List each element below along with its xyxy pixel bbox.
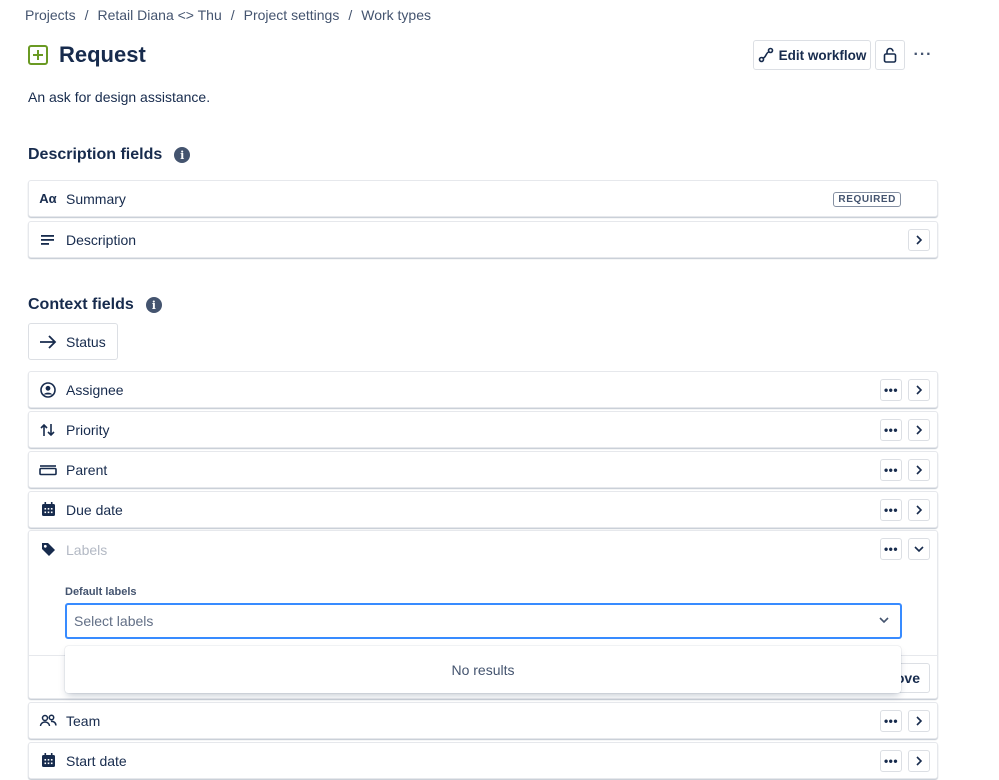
expand-button[interactable] (908, 459, 930, 481)
arrows-up-down-icon (30, 423, 66, 437)
plus-square-icon (28, 45, 48, 65)
more-options-button[interactable]: ••• (880, 379, 902, 401)
breadcrumb-project-settings[interactable]: Project settings (244, 7, 340, 23)
field-row-team[interactable]: Team ••• (28, 702, 938, 739)
field-label: Assignee (66, 381, 124, 398)
status-label: Status (66, 333, 106, 350)
align-left-icon (30, 234, 66, 246)
chevron-right-icon (916, 716, 923, 726)
expand-button[interactable] (908, 229, 930, 251)
expand-button[interactable] (908, 710, 930, 732)
field-row-priority[interactable]: Priority ••• (28, 411, 938, 448)
no-results-message: No results (451, 661, 515, 678)
breadcrumb-work-types[interactable]: Work types (361, 7, 431, 23)
collapse-button[interactable] (908, 538, 930, 560)
person-circle-icon (30, 381, 66, 398)
default-labels-label: Default labels (65, 586, 137, 598)
chevron-right-icon (916, 385, 923, 395)
labels-select[interactable]: Select labels (65, 603, 902, 639)
edit-workflow-label: Edit workflow (778, 47, 867, 63)
more-options-button[interactable]: ••• (880, 419, 902, 441)
chevron-down-icon (914, 546, 924, 553)
restrict-access-button[interactable] (875, 40, 905, 70)
info-icon[interactable]: i (174, 147, 191, 163)
chevron-right-icon (916, 505, 923, 515)
field-label: Due date (66, 501, 123, 518)
more-options-button[interactable]: ••• (880, 710, 902, 732)
info-icon[interactable]: i (145, 297, 162, 313)
unlock-icon (883, 47, 897, 63)
workflow-icon (758, 47, 773, 63)
expand-button[interactable] (908, 379, 930, 401)
more-options-button[interactable]: ••• (880, 750, 902, 772)
labels-dropdown: No results (65, 646, 901, 693)
expand-button[interactable] (908, 750, 930, 772)
chevron-right-icon (916, 465, 923, 475)
page-title: Request (59, 42, 146, 67)
field-label: Team (66, 712, 101, 729)
field-label: Labels (66, 541, 108, 558)
work-type-description: An ask for design assistance. (28, 89, 211, 105)
breadcrumb-separator: / (348, 7, 353, 23)
field-label: Description (66, 231, 137, 248)
tag-icon (30, 542, 66, 557)
more-actions-button[interactable]: ··· (910, 44, 936, 66)
required-badge: REQUIRED (833, 192, 901, 207)
context-fields-heading: Context fields i (28, 296, 162, 314)
description-fields-title: Description fields (28, 146, 163, 163)
breadcrumb-project[interactable]: Retail Diana <> Thu (97, 7, 221, 23)
field-label: Start date (66, 752, 127, 769)
edit-workflow-button[interactable]: Edit workflow (753, 40, 871, 70)
status-field[interactable]: Status (28, 323, 118, 360)
more-icon: ··· (913, 46, 933, 63)
breadcrumb-projects[interactable]: Projects (25, 7, 76, 23)
chevron-right-icon (916, 756, 923, 766)
breadcrumb-separator: / (84, 7, 89, 23)
more-options-button[interactable]: ••• (880, 459, 902, 481)
field-row-parent[interactable]: Parent ••• (28, 451, 938, 488)
field-row-due-date[interactable]: Due date ••• (28, 491, 938, 528)
field-row-summary[interactable]: Aα Summary REQUIRED (28, 180, 938, 217)
expand-button[interactable] (908, 419, 930, 441)
labels-header[interactable]: Labels ••• (29, 531, 937, 568)
more-options-button[interactable]: ••• (880, 499, 902, 521)
description-fields-heading: Description fields i (28, 146, 191, 164)
breadcrumb: Projects / Retail Diana <> Thu / Project… (25, 7, 431, 23)
field-row-assignee[interactable]: Assignee ••• (28, 371, 938, 408)
more-options-button[interactable]: ••• (880, 538, 902, 560)
expand-button[interactable] (908, 499, 930, 521)
chevron-right-icon (916, 425, 923, 435)
chevron-right-icon (916, 235, 923, 245)
labels-select-placeholder: Select labels (74, 613, 154, 629)
arrow-right-icon (40, 334, 57, 349)
chevron-down-icon (879, 617, 889, 624)
calendar-icon (30, 502, 66, 517)
text-icon: Aα (39, 191, 57, 206)
people-icon (30, 714, 66, 728)
calendar-icon (30, 753, 66, 768)
field-label: Priority (66, 421, 110, 438)
field-label: Parent (66, 461, 108, 478)
field-row-description[interactable]: Description (28, 221, 938, 258)
context-fields-title: Context fields (28, 296, 134, 313)
breadcrumb-separator: / (230, 7, 235, 23)
parent-icon (30, 464, 66, 476)
field-row-start-date[interactable]: Start date ••• (28, 742, 938, 779)
field-label: Summary (66, 190, 126, 207)
